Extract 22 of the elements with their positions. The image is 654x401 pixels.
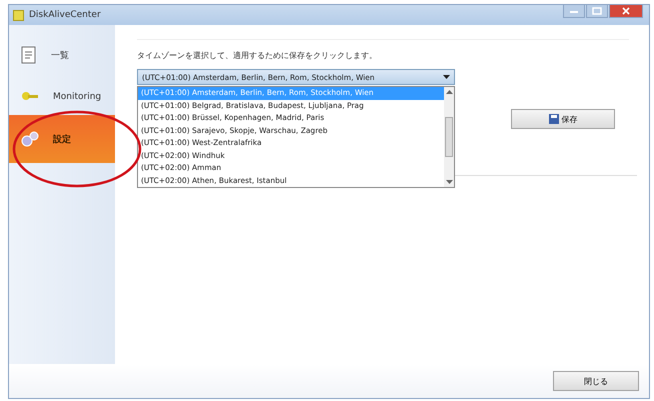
dropdown-arrow-icon bbox=[443, 75, 450, 79]
scroll-down-icon bbox=[446, 180, 452, 184]
maximize-icon bbox=[592, 7, 602, 15]
floppy-icon bbox=[548, 114, 558, 124]
sidebar-item[interactable]: 設定 bbox=[9, 115, 115, 163]
scrollbar[interactable] bbox=[444, 87, 454, 187]
sidebar-item[interactable]: 一覧 bbox=[9, 41, 115, 69]
save-button[interactable]: 保存 bbox=[511, 109, 615, 129]
close-button[interactable] bbox=[609, 5, 643, 18]
minimize-icon bbox=[569, 8, 579, 14]
minimize-button[interactable] bbox=[563, 5, 585, 18]
gears-icon bbox=[21, 131, 39, 147]
scroll-up-icon bbox=[446, 90, 452, 94]
close-icon bbox=[621, 7, 631, 15]
app-icon bbox=[13, 10, 24, 20]
close-dialog-button[interactable]: 閉じる bbox=[553, 371, 639, 391]
instruction-text: タイムゾーンを選択して、適用するために保存をクリックします。 bbox=[137, 50, 378, 61]
maximize-button[interactable] bbox=[586, 5, 608, 18]
sidebar-item[interactable]: Monitoring bbox=[9, 83, 115, 111]
scroll-thumb[interactable] bbox=[445, 117, 453, 157]
window-title: DiskAliveCenter bbox=[29, 10, 101, 20]
document-icon bbox=[21, 46, 37, 64]
